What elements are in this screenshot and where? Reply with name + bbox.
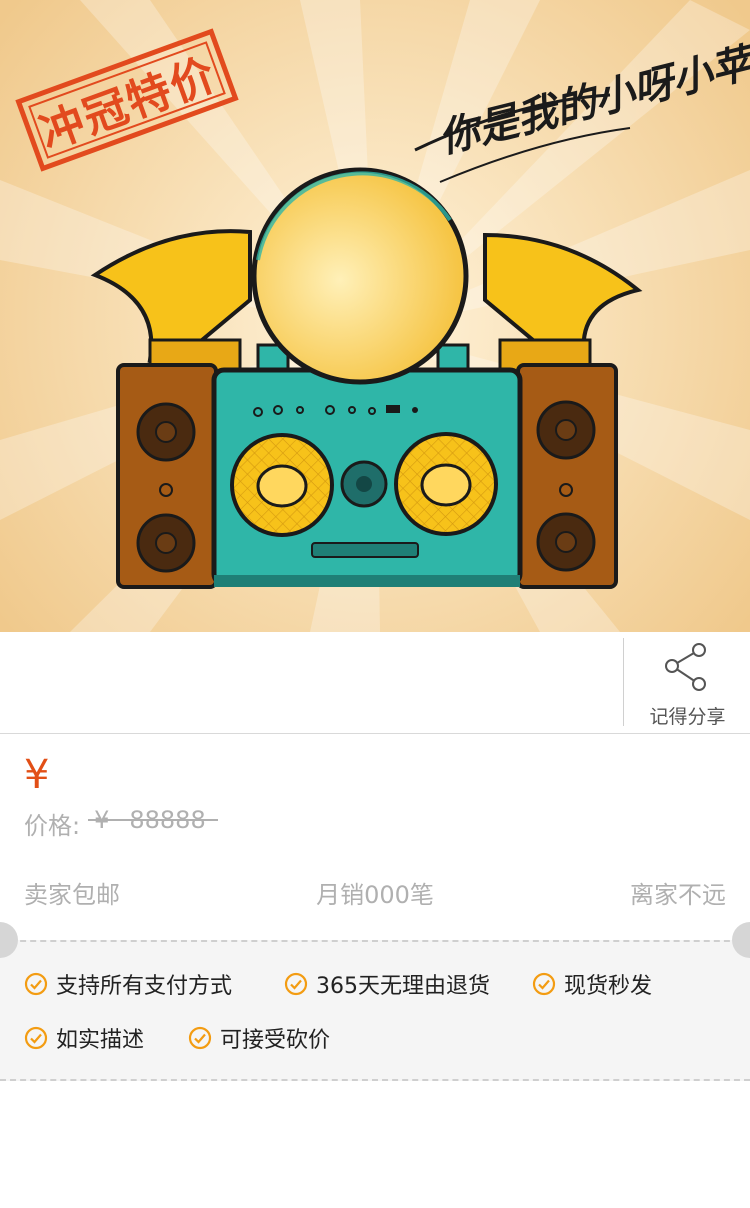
right-speaker-cabinet xyxy=(516,363,618,589)
left-speaker-cabinet xyxy=(116,363,218,589)
original-price-value: ¥88888 xyxy=(88,806,218,841)
share-label: 记得分享 xyxy=(649,706,726,728)
share-icon xyxy=(665,643,706,691)
service-item: 现货秒发 xyxy=(532,968,652,1000)
current-price: ¥ xyxy=(24,752,50,798)
original-price-label: 价格: xyxy=(24,812,81,840)
service-item: 如实描述 xyxy=(24,1022,144,1054)
service-label: 365天无理由退货 xyxy=(316,974,490,999)
service-label: 现货秒发 xyxy=(564,974,653,999)
shipping-info: 卖家包邮 xyxy=(24,881,120,909)
original-price-number: 88888 xyxy=(129,806,206,834)
distance-info: 离家不远 xyxy=(630,881,726,909)
service-item: 365天无理由退货 xyxy=(284,968,490,1000)
service-label: 可接受砍价 xyxy=(220,1028,331,1053)
original-price: 价格: ¥88888 xyxy=(24,806,218,841)
share-button[interactable]: 记得分享 xyxy=(623,638,750,728)
check-circle-icon xyxy=(24,972,48,996)
check-circle-icon xyxy=(532,972,556,996)
service-guarantees xyxy=(0,940,750,1081)
service-item: 可接受砍价 xyxy=(188,1022,330,1054)
service-label: 支持所有支付方式 xyxy=(56,974,233,999)
monthly-sales: 月销000笔 xyxy=(316,881,434,909)
original-price-currency: ¥ xyxy=(94,806,110,834)
product-meta-row: 卖家包邮 月销000笔 离家不远 xyxy=(24,875,726,910)
share-bar: 记得分享 xyxy=(0,632,750,734)
hero-banner: 冲冠特价 你是我的小呀小苹果 xyxy=(0,0,750,632)
service-item: 支持所有支付方式 xyxy=(24,968,232,1000)
check-circle-icon xyxy=(24,1026,48,1050)
check-circle-icon xyxy=(188,1026,212,1050)
service-label: 如实描述 xyxy=(56,1028,145,1053)
check-circle-icon xyxy=(284,972,308,996)
